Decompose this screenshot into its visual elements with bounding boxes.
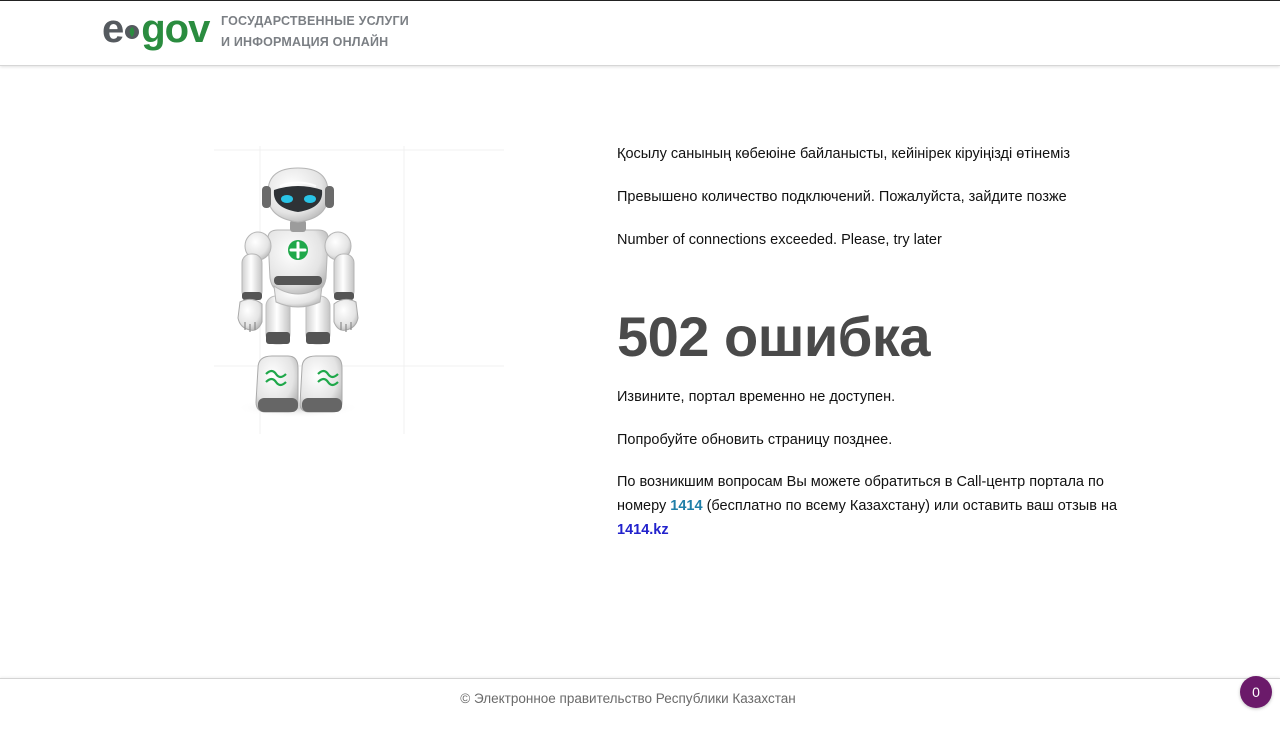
error-title: 502 ошибка: [617, 305, 931, 368]
message-russian: Превышено количество подключений. Пожалу…: [617, 189, 1067, 205]
feedback-site-link[interactable]: 1414.kz: [617, 522, 669, 538]
detail-contact: По возникшим вопросам Вы можете обратить…: [617, 470, 1157, 542]
page: e gov ГОСУДАРСТВЕННЫЕ УСЛУГИ И ИНФОРМАЦИ…: [0, 0, 1280, 734]
logo-gov: gov: [141, 7, 210, 51]
detail-unavailable: Извините, портал временно не доступен.: [617, 389, 896, 405]
egov-logo[interactable]: e gov: [102, 5, 210, 51]
tagline-line-1: ГОСУДАРСТВЕННЫЕ УСЛУГИ: [221, 14, 409, 28]
notification-count-badge[interactable]: 0: [1240, 676, 1272, 708]
site-footer: © Электронное правительство Республики К…: [0, 678, 1280, 734]
tagline-line-2: И ИНФОРМАЦИЯ ОНЛАЙН: [221, 35, 389, 49]
site-tagline: ГОСУДАРСТВЕННЫЕ УСЛУГИ И ИНФОРМАЦИЯ ОНЛА…: [221, 11, 409, 53]
message-kazakh: Қосылу санының көбеюіне байланысты, кейі…: [617, 146, 1071, 162]
logo-e: e: [102, 7, 124, 51]
detail-refresh: Попробуйте обновить страницу позднее.: [617, 432, 893, 448]
call-center-number-link[interactable]: 1414: [670, 498, 702, 514]
robot-icon: [214, 146, 504, 434]
site-header: e gov ГОСУДАРСТВЕННЫЕ УСЛУГИ И ИНФОРМАЦИ…: [0, 0, 1280, 66]
logo-leaf-icon: [124, 5, 140, 39]
message-english: Number of connections exceeded. Please, …: [617, 232, 942, 248]
footer-copyright: © Электронное правительство Республики К…: [460, 691, 796, 706]
contact-middle: (бесплатно по всему Казахстану) или оста…: [702, 498, 1118, 514]
